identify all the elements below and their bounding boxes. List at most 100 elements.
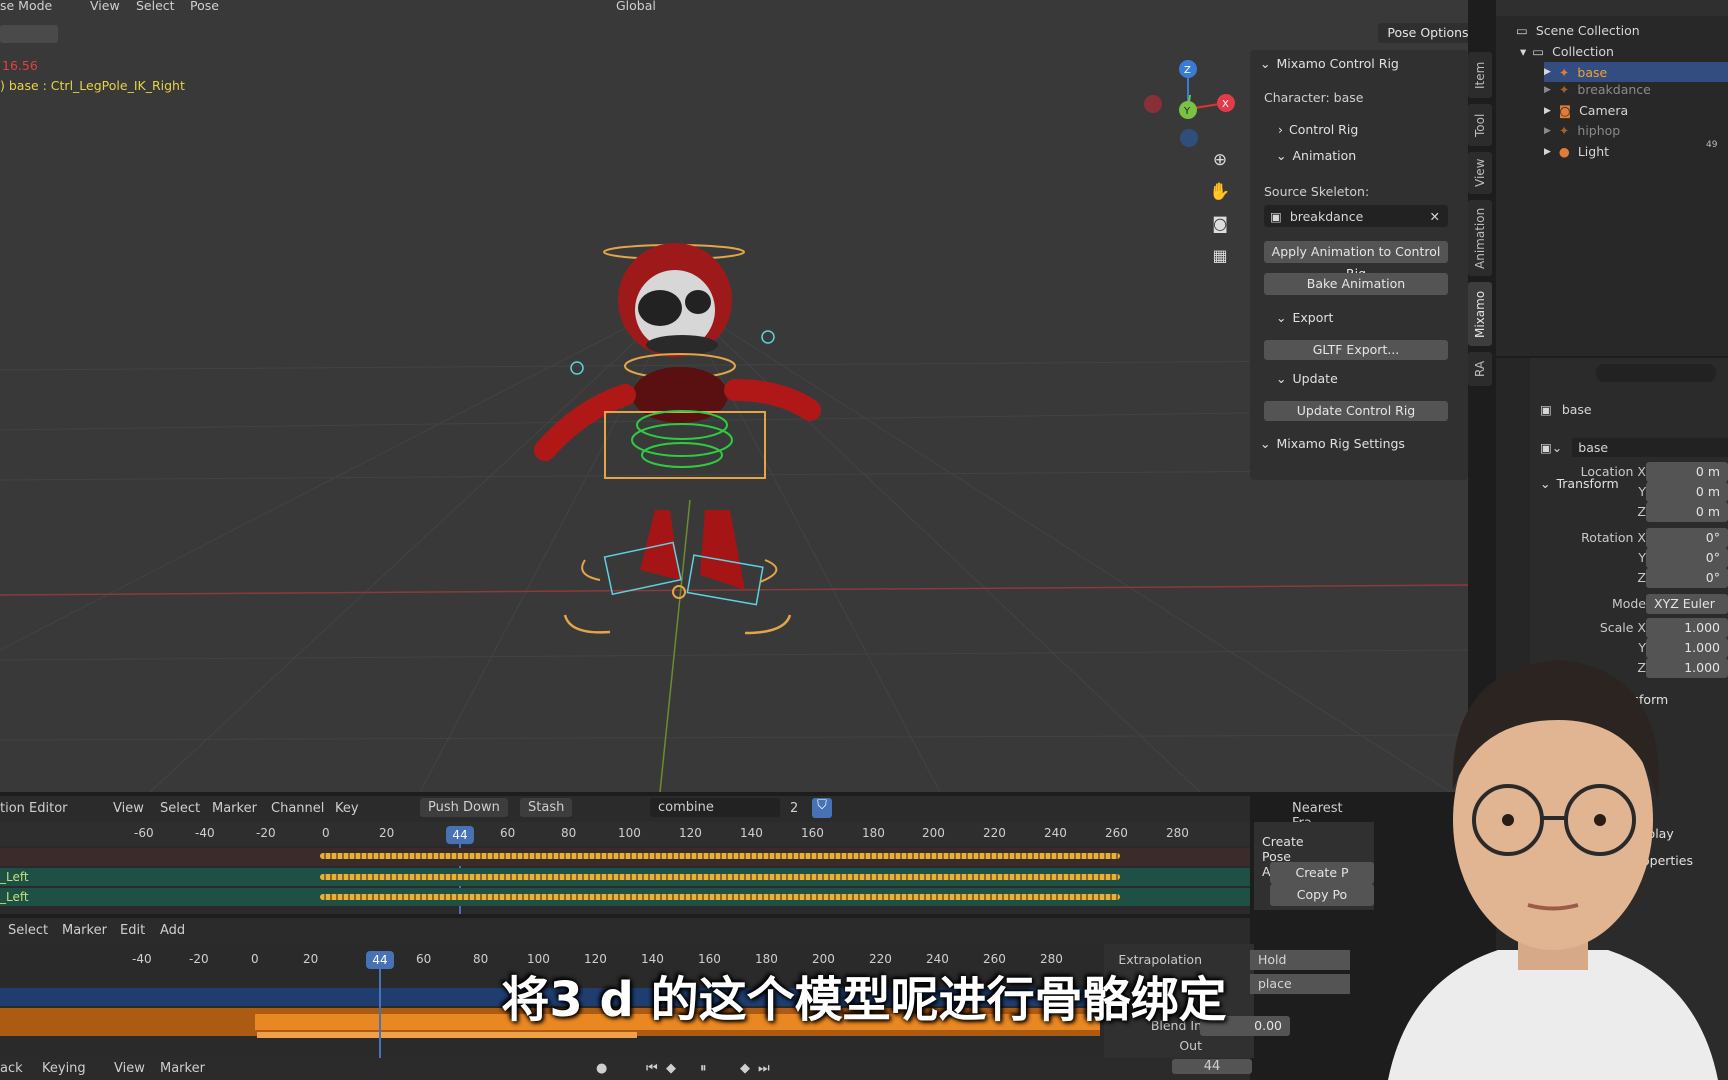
menu-marker[interactable]: Marker: [212, 801, 257, 816]
outliner-item-base[interactable]: ▶ ✦ base: [1544, 62, 1728, 82]
menu-select[interactable]: Select: [8, 923, 48, 938]
outliner-item-camera[interactable]: ▶ ◙ Camera: [1544, 103, 1628, 118]
channel-name[interactable]: _Left: [0, 890, 29, 904]
outliner: ▭ Scene Collection ▾ ▭ Collection ▶ ✦ base ▶ ✦…: [1496, 0, 1728, 356]
tick: 100: [618, 826, 641, 840]
viewport-3d[interactable]: se Mode View Select Pose Global Pose Opt…: [0, 0, 1468, 792]
menu-keying[interactable]: Keying: [42, 1061, 86, 1076]
animation-label: Animation: [1292, 148, 1357, 163]
gizmo-x: X: [1222, 99, 1229, 110]
data-name-field[interactable]: ▣⌄ base: [1540, 436, 1728, 458]
action-editor: tion Editor View Select Marker Channel K…: [0, 796, 1374, 914]
zoom-icon[interactable]: ⊕: [1206, 150, 1234, 182]
push-down-button[interactable]: Push Down: [420, 798, 508, 817]
tick: 140: [740, 826, 763, 840]
tick: -40: [195, 826, 215, 840]
tab-view[interactable]: View: [1468, 152, 1492, 194]
properties-search[interactable]: [1596, 364, 1716, 382]
object-name-row: ▣ base: [1540, 402, 1592, 417]
menu-channel[interactable]: Channel: [271, 801, 324, 816]
export-subpanel[interactable]: ⌄ Export: [1276, 310, 1333, 325]
current-frame-field[interactable]: 44: [1172, 1059, 1252, 1074]
source-skeleton-field[interactable]: ▣ breakdance ✕: [1264, 205, 1448, 227]
create-pose-asset-button[interactable]: Create P: [1270, 862, 1374, 884]
menu-select[interactable]: Select: [160, 801, 200, 816]
apply-animation-button[interactable]: Apply Animation to Control Rig: [1264, 241, 1448, 281]
action-name-field[interactable]: combine: [650, 798, 780, 817]
navigation-gizmo[interactable]: Z X Y: [1140, 55, 1240, 155]
mixamo-panel-header[interactable]: ⌄ Mixamo Control Rig: [1260, 56, 1399, 71]
copy-pose-button[interactable]: Copy Po: [1270, 884, 1374, 906]
ortho-grid-icon[interactable]: ▦: [1206, 246, 1234, 278]
control-rig-subpanel[interactable]: › Control Rig: [1278, 122, 1358, 137]
menu-playback[interactable]: ack: [0, 1061, 23, 1076]
frame-ticks: -60 -40 -20 0 20 60 80 100 120 140 160 1…: [0, 826, 1250, 846]
outliner-item-light[interactable]: ▶ ● Light: [1544, 144, 1609, 159]
keyframes-strip[interactable]: [320, 874, 1120, 880]
bake-animation-button[interactable]: Bake Animation: [1264, 273, 1448, 295]
pause-icon[interactable]: ⏸: [700, 1061, 707, 1076]
keyframes-strip[interactable]: [320, 853, 1120, 859]
channel-name[interactable]: _Left: [0, 870, 29, 884]
current-frame-indicator[interactable]: 44: [446, 826, 474, 844]
tab-item[interactable]: Item: [1468, 52, 1492, 98]
rig-settings-header[interactable]: ⌄ Mixamo Rig Settings: [1260, 436, 1405, 451]
location-y-field[interactable]: 0 m: [1646, 482, 1728, 502]
collection-row[interactable]: ▾ ▭ Collection: [1520, 44, 1614, 59]
location-x-field[interactable]: 0 m: [1646, 462, 1728, 482]
update-control-rig-button[interactable]: Update Control Rig: [1264, 401, 1448, 421]
jump-start-icon[interactable]: ⏮: [646, 1061, 658, 1076]
menu-edit[interactable]: Edit: [120, 923, 145, 938]
gltf-export-button[interactable]: GLTF Export...: [1264, 340, 1448, 360]
camera-view-icon[interactable]: ◙: [1206, 214, 1234, 246]
rotation-mode-dropdown[interactable]: XYZ Euler: [1646, 594, 1728, 614]
collection-icon: ▭: [1532, 44, 1545, 59]
menu-marker[interactable]: Marker: [160, 1061, 205, 1076]
stash-button[interactable]: Stash: [520, 798, 573, 817]
scale-x-label: Scale X: [1599, 620, 1646, 635]
menu-view[interactable]: View: [114, 1061, 145, 1076]
menu-add[interactable]: Add: [160, 923, 185, 938]
transform-orientation-dropdown[interactable]: Global: [616, 0, 656, 13]
prev-keyframe-icon[interactable]: ◆: [666, 1061, 676, 1076]
active-bone-text: ) base : Ctrl_LegPole_IK_Right: [0, 78, 185, 93]
fake-user-shield-icon[interactable]: ⛉: [812, 798, 832, 818]
location-z-field[interactable]: 0 m: [1646, 502, 1728, 522]
pan-hand-icon[interactable]: ✋: [1206, 182, 1234, 214]
clear-icon[interactable]: ✕: [1430, 209, 1440, 224]
editor-mode-dropdown[interactable]: tion Editor: [0, 801, 68, 816]
keyframes-strip[interactable]: [320, 894, 1120, 900]
chevron-down-icon: ▾: [1520, 44, 1527, 59]
pose-options-dropdown[interactable]: Pose Options: [1378, 23, 1468, 43]
tick: 260: [1105, 826, 1128, 840]
rotation-x-field[interactable]: 0°: [1646, 528, 1728, 548]
select-mode-icons[interactable]: [0, 25, 58, 43]
update-subpanel[interactable]: ⌄ Update: [1276, 371, 1338, 386]
tab-ra[interactable]: RA: [1468, 352, 1492, 386]
rotation-z-field[interactable]: 0°: [1646, 568, 1728, 588]
animation-subpanel[interactable]: ⌄ Animation: [1276, 148, 1356, 163]
nla-strip-selected[interactable]: [257, 1032, 637, 1038]
jump-end-icon[interactable]: ⏭: [758, 1061, 770, 1076]
record-icon[interactable]: ●: [596, 1061, 607, 1076]
tab-mixamo[interactable]: Mixamo: [1468, 282, 1492, 346]
scene-collection-row[interactable]: ▭ Scene Collection: [1516, 23, 1640, 38]
tick: 280: [1166, 826, 1189, 840]
menu-marker[interactable]: Marker: [62, 923, 107, 938]
sidebar-panel: ⌄ Mixamo Control Rig Character: base › Con…: [1250, 50, 1468, 480]
menu-key[interactable]: Key: [335, 801, 359, 816]
tab-animation[interactable]: Animation: [1468, 200, 1492, 276]
outliner-item-hiphop[interactable]: ▶ ✦ hiphop: [1544, 123, 1620, 138]
tick: -60: [134, 826, 154, 840]
scale-x-field[interactable]: 1.000: [1646, 618, 1728, 638]
rotation-y-field[interactable]: 0°: [1646, 548, 1728, 568]
outliner-item-breakdance[interactable]: ▶ ✦ breakdance: [1544, 82, 1651, 97]
next-keyframe-icon[interactable]: ◆: [740, 1061, 750, 1076]
menu-select[interactable]: Select: [136, 0, 175, 13]
menu-pose[interactable]: Pose: [190, 0, 219, 13]
tab-tool[interactable]: Tool: [1468, 104, 1492, 146]
menu-view[interactable]: View: [113, 801, 144, 816]
menu-view[interactable]: View: [90, 0, 120, 13]
scene-collection-icon: ▭: [1516, 23, 1528, 38]
mode-dropdown[interactable]: se Mode: [0, 0, 52, 13]
